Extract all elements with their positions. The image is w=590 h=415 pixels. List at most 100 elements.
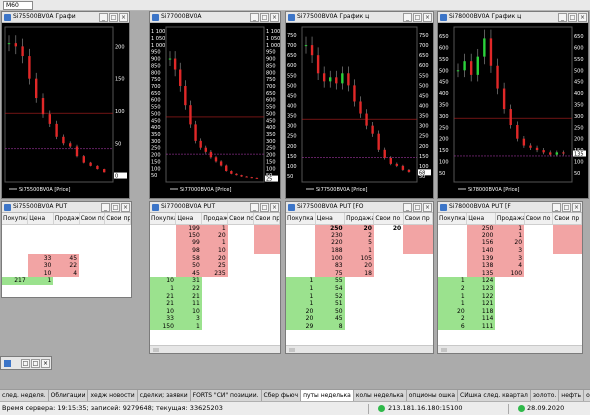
- maximize-button[interactable]: □: [260, 13, 269, 22]
- workspace-tab[interactable]: Облигации: [49, 390, 89, 401]
- own-bid-cell[interactable]: [228, 285, 254, 293]
- orderbook-row[interactable]: 6 111: [438, 322, 582, 331]
- price-cell[interactable]: 124: [466, 277, 496, 285]
- own-bid-cell[interactable]: [524, 239, 553, 247]
- ask-cell[interactable]: [345, 277, 374, 285]
- price-cell[interactable]: 33: [27, 254, 54, 262]
- own-bid-cell[interactable]: [79, 262, 105, 270]
- close-button[interactable]: ×: [270, 203, 279, 212]
- bid-cell[interactable]: 1: [286, 292, 316, 300]
- bid-cell[interactable]: [286, 239, 315, 247]
- bid-cell[interactable]: 10: [150, 307, 176, 316]
- own-bid-cell[interactable]: [524, 232, 553, 240]
- maximize-button[interactable]: □: [31, 359, 40, 368]
- own-ask-cell[interactable]: [403, 285, 432, 293]
- bid-cell[interactable]: [286, 247, 315, 255]
- ask-cell[interactable]: [202, 300, 228, 308]
- orderbook-window-2[interactable]: Si77000BV0A PUT _□× ПокупкаЦенаПродажаСв…: [149, 201, 281, 354]
- minimize-button[interactable]: _: [403, 203, 412, 212]
- bid-cell[interactable]: 33: [150, 315, 176, 323]
- bid-cell[interactable]: 1: [286, 277, 316, 285]
- own-bid-cell[interactable]: [79, 254, 105, 262]
- orderbook-row[interactable]: 188 1: [286, 246, 433, 255]
- workspace-tab[interactable]: след. неделя.: [0, 390, 49, 401]
- ask-cell[interactable]: [202, 285, 228, 293]
- bid-cell[interactable]: [286, 224, 315, 232]
- own-ask-cell[interactable]: [403, 277, 432, 285]
- bid-cell[interactable]: [438, 270, 467, 278]
- price-cell[interactable]: 150: [175, 231, 202, 240]
- own-bid-cell[interactable]: [524, 300, 553, 308]
- own-bid-cell[interactable]: [79, 224, 105, 232]
- ask-cell[interactable]: 1: [495, 231, 525, 240]
- own-ask-cell[interactable]: [253, 231, 280, 240]
- bid-cell[interactable]: 6: [438, 322, 467, 331]
- ask-cell[interactable]: [495, 323, 524, 331]
- close-button[interactable]: ×: [270, 13, 279, 22]
- price-cell[interactable]: 118: [466, 307, 496, 316]
- orderbook-row[interactable]: [2, 247, 131, 255]
- own-bid-cell[interactable]: [228, 292, 254, 300]
- own-bid-cell[interactable]: [228, 323, 254, 331]
- orderbook-titlebar[interactable]: Si77500BV0A PUT [FO _ □ ×: [286, 202, 433, 213]
- own-bid-cell[interactable]: [374, 277, 403, 285]
- ask-cell[interactable]: [345, 292, 374, 300]
- orderbook-row[interactable]: 45 235: [150, 269, 280, 278]
- price-cell[interactable]: 1: [175, 322, 202, 331]
- price-cell[interactable]: 121: [466, 299, 496, 308]
- workspace-tab[interactable]: опционы ошка: [407, 390, 459, 401]
- bid-cell[interactable]: [438, 262, 467, 270]
- bid-cell[interactable]: [438, 239, 467, 247]
- bid-cell[interactable]: [2, 239, 28, 247]
- price-cell[interactable]: 21: [175, 292, 202, 300]
- orderbook-titlebar[interactable]: Si78000BV0A PUT [F _ □ ×: [438, 202, 582, 213]
- price-cell[interactable]: 114: [466, 315, 496, 323]
- bid-cell[interactable]: 1: [150, 284, 176, 293]
- orderbook-row[interactable]: 21 21: [150, 292, 280, 300]
- orderbook-row[interactable]: 58 20: [150, 254, 280, 262]
- own-bid-cell[interactable]: [374, 262, 403, 270]
- price-chart[interactable]: 650 600 550 500 450 400 350 300 250 200 150 100 50 65…: [438, 23, 588, 198]
- own-bid-cell[interactable]: [524, 292, 553, 300]
- price-cell[interactable]: 139: [466, 254, 496, 262]
- own-bid-cell[interactable]: [228, 270, 254, 278]
- ask-cell[interactable]: 20: [495, 239, 525, 247]
- workspace-tab[interactable]: опционы ртс: [584, 390, 590, 401]
- ask-cell[interactable]: [202, 308, 228, 316]
- orderbook-row[interactable]: 200 1: [438, 231, 582, 240]
- bid-cell[interactable]: [286, 262, 315, 270]
- own-bid-cell[interactable]: [524, 247, 553, 255]
- orderbook-row[interactable]: 138 4: [438, 261, 582, 270]
- price-cell[interactable]: 54: [315, 284, 345, 293]
- bid-cell[interactable]: 2: [438, 315, 467, 323]
- own-ask-cell[interactable]: [553, 270, 582, 278]
- own-ask-cell[interactable]: [553, 285, 582, 293]
- orderbook-row[interactable]: 29 8: [286, 322, 433, 331]
- ask-cell[interactable]: 1: [344, 246, 374, 255]
- own-bid-cell[interactable]: [374, 315, 403, 323]
- own-ask-cell[interactable]: [553, 315, 582, 323]
- ask-cell[interactable]: [345, 315, 374, 323]
- ask-cell[interactable]: [202, 323, 228, 331]
- price-cell[interactable]: 100: [315, 254, 345, 262]
- own-bid-cell[interactable]: [524, 308, 553, 316]
- maximize-button[interactable]: □: [568, 13, 577, 22]
- price-cell[interactable]: 220: [315, 239, 345, 247]
- orderbook-row[interactable]: 220 5: [286, 239, 433, 247]
- orderbook-row[interactable]: 2 114: [438, 315, 582, 323]
- own-bid-cell[interactable]: [374, 247, 403, 255]
- ask-cell[interactable]: [53, 277, 79, 285]
- column-header[interactable]: Продажа: [344, 213, 375, 225]
- bid-cell[interactable]: [150, 254, 176, 262]
- bid-cell[interactable]: [438, 247, 467, 255]
- price-cell[interactable]: 52: [315, 292, 345, 300]
- own-ask-cell[interactable]: [553, 300, 582, 308]
- close-button[interactable]: ×: [423, 203, 432, 212]
- orderbook-row[interactable]: 1 54: [286, 284, 433, 293]
- own-ask-cell[interactable]: [105, 262, 131, 270]
- own-ask-cell[interactable]: [403, 300, 432, 308]
- own-bid-cell[interactable]: [374, 239, 403, 247]
- own-bid-cell[interactable]: [228, 300, 254, 308]
- own-ask-cell[interactable]: [553, 323, 582, 331]
- price-cell[interactable]: 250: [315, 224, 345, 232]
